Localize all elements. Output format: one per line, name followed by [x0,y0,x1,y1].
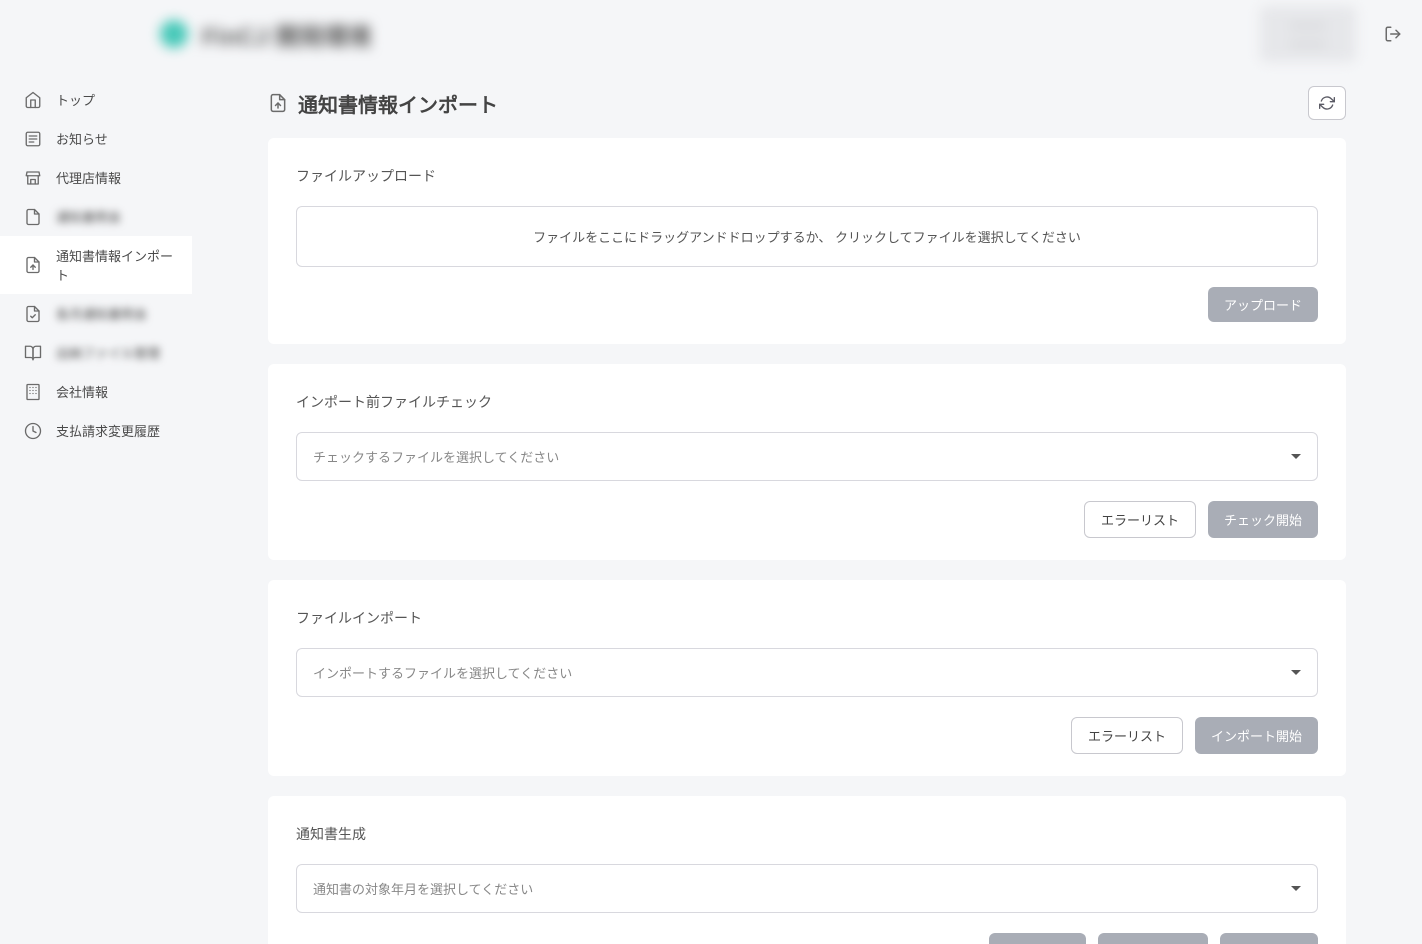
sidebar-item-agent-info[interactable]: 代理店情報 [0,158,192,197]
generate-card: 通知書生成 通知書の対象年月を選択してください PDF生成① PDF差分生成 C… [268,796,1346,944]
logout-icon[interactable] [1384,25,1402,43]
check-section-title: インポート前ファイルチェック [296,392,1318,412]
page-header: 通知書情報インポート [268,86,1346,120]
check-card: インポート前ファイルチェック チェックするファイルを選択してください エラーリス… [268,364,1346,560]
check-doc-icon [24,305,42,323]
check-file-select[interactable]: チェックするファイルを選択してください [296,432,1318,481]
top-header: FinCJ 開発環境 ——— ——— [0,0,1422,68]
refresh-icon [1319,95,1335,111]
upload-section-title: ファイルアップロード [296,166,1318,186]
sidebar-item-payment-history[interactable]: 支払請求変更履歴 [0,411,192,450]
generate-section-title: 通知書生成 [296,824,1318,844]
import-error-list-button[interactable]: エラーリスト [1071,717,1183,754]
sidebar-item-file-mgmt[interactable]: 出納ファイル管理 [0,333,192,372]
import-start-button[interactable]: インポート開始 [1195,717,1318,754]
caret-down-icon [1291,886,1301,891]
user-info-line1: ——— [1290,16,1326,34]
page-title: 通知書情報インポート [298,89,498,118]
sidebar-item-company-info[interactable]: 会社情報 [0,372,192,411]
main-content: 通知書情報インポート ファイルアップロード ファイルをここにドラッグアンドドロッ… [192,68,1422,944]
news-icon [24,130,42,148]
check-error-list-button[interactable]: エラーリスト [1084,501,1196,538]
page-title-icon [268,93,288,113]
sidebar-item-monthly-notice[interactable]: 各月通知書照会 [0,294,192,333]
history-icon [24,422,42,440]
user-info-line2: ——— [1290,34,1326,52]
building-icon [24,383,42,401]
user-info-box: ——— ——— [1260,6,1356,62]
check-select-placeholder: チェックするファイルを選択してください [313,447,559,466]
sidebar-item-label: お知らせ [56,129,108,148]
pdf-gen-1-button[interactable]: PDF生成① [989,933,1086,944]
sidebar-item-news[interactable]: お知らせ [0,119,192,158]
sidebar-item-label: 代理店情報 [56,168,121,187]
refresh-button[interactable] [1308,86,1346,120]
caret-down-icon [1291,670,1301,675]
file-dropzone[interactable]: ファイルをここにドラッグアンドドロップするか、 クリックしてファイルを選択してく… [296,206,1318,267]
generate-select-placeholder: 通知書の対象年月を選択してください [313,879,533,898]
upload-card: ファイルアップロード ファイルをここにドラッグアンドドロップするか、 クリックし… [268,138,1346,344]
csv-gen-2-button[interactable]: CSV生成② [1220,933,1318,944]
doc-icon [24,208,42,226]
caret-down-icon [1291,454,1301,459]
pdf-diff-button[interactable]: PDF差分生成 [1098,933,1208,944]
sidebar: トップ お知らせ 代理店情報 通知書照会 通知書情報インポート [0,68,192,944]
import-section-title: ファイルインポート [296,608,1318,628]
import-select-placeholder: インポートするファイルを選択してください [313,663,572,682]
import-icon [24,256,42,274]
header-right: ——— ——— [1260,6,1402,62]
sidebar-item-label: 出納ファイル管理 [56,343,160,362]
logo-icon [160,20,188,48]
generate-month-select[interactable]: 通知書の対象年月を選択してください [296,864,1318,913]
sidebar-item-label: 支払請求変更履歴 [56,421,160,440]
page-title-wrap: 通知書情報インポート [268,89,498,118]
sidebar-item-notice-inquiry[interactable]: 通知書照会 [0,197,192,236]
sidebar-item-label: 通知書情報インポート [56,246,176,284]
sidebar-item-label: トップ [56,90,95,109]
import-card: ファイルインポート インポートするファイルを選択してください エラーリスト イン… [268,580,1346,776]
book-icon [24,344,42,362]
sidebar-item-top[interactable]: トップ [0,80,192,119]
dropzone-text: ファイルをここにドラッグアンドドロップするか、 クリックしてファイルを選択してく… [533,230,1081,245]
sidebar-item-notice-import[interactable]: 通知書情報インポート [0,236,192,294]
brand-text: FinCJ 開発環境 [202,17,371,52]
sidebar-item-label: 通知書照会 [56,207,121,226]
store-icon [24,169,42,187]
sidebar-item-label: 各月通知書照会 [56,304,147,323]
home-icon [24,91,42,109]
sidebar-item-label: 会社情報 [56,382,108,401]
import-file-select[interactable]: インポートするファイルを選択してください [296,648,1318,697]
check-start-button[interactable]: チェック開始 [1208,501,1318,538]
upload-button[interactable]: アップロード [1208,287,1318,322]
brand-block: FinCJ 開発環境 [20,17,371,52]
